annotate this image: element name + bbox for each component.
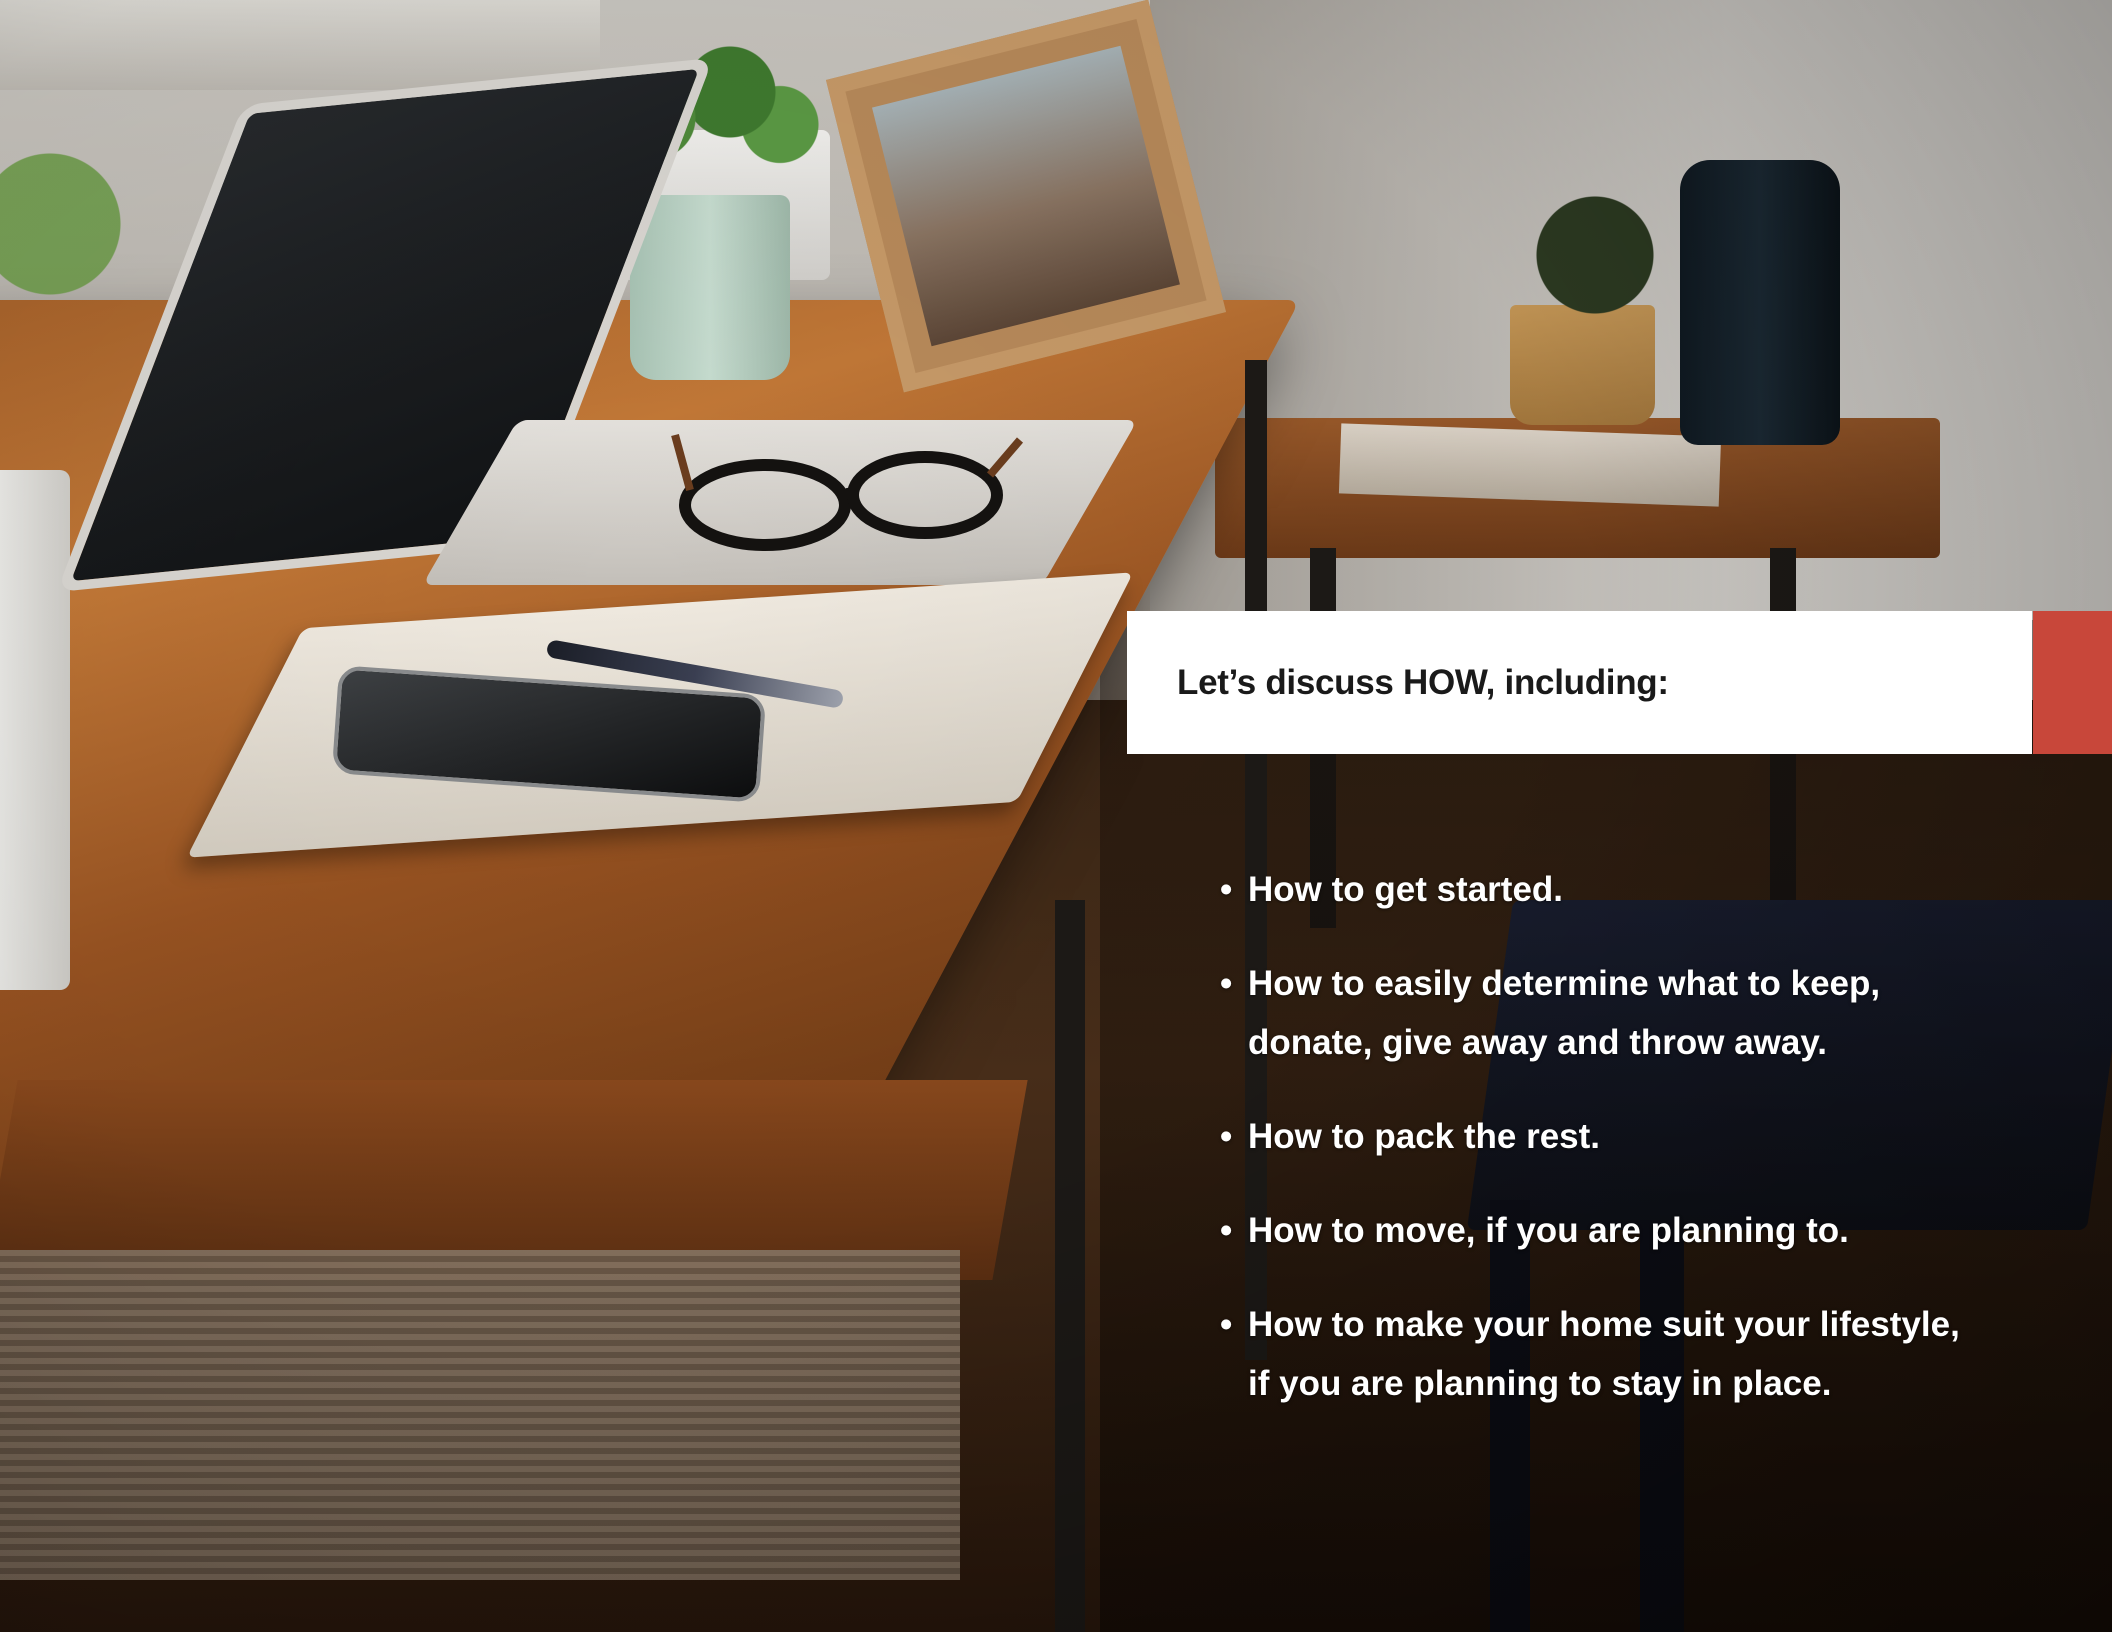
list-item: • How to pack the rest. — [1220, 1107, 2020, 1166]
list-item: • How to move, if you are planning to. — [1220, 1201, 2020, 1260]
list-item-line: if you are planning to stay in place. — [1248, 1364, 1832, 1403]
list-item-line: How to easily determine what to keep, — [1248, 964, 1881, 1003]
bullet-list: • How to get started. • How to easily deter… — [1220, 860, 2020, 1448]
list-item-line: How to move, if you are planning to. — [1248, 1211, 1849, 1250]
bullet-icon: • — [1220, 964, 1233, 1003]
list-item: • How to make your home suit your lifesty… — [1220, 1295, 2020, 1413]
bullet-icon: • — [1220, 1117, 1233, 1156]
list-item-line: donate, give away and throw away. — [1248, 1023, 1827, 1062]
heading: Let’s discuss HOW, including: — [1177, 662, 1669, 702]
list-item-line: How to make your home suit your lifestyl… — [1248, 1305, 1960, 1344]
bullet-icon: • — [1220, 870, 1233, 909]
list-item-line: How to get started. — [1248, 870, 1564, 909]
list-item: • How to get started. — [1220, 860, 2020, 919]
bullet-icon: • — [1220, 1305, 1233, 1344]
accent-bar — [2033, 611, 2112, 754]
list-item: • How to easily determine what to keep, do… — [1220, 954, 2020, 1072]
heading-box: Let’s discuss HOW, including: — [1127, 611, 2032, 754]
list-item-line: How to pack the rest. — [1248, 1117, 1601, 1156]
bullet-icon: • — [1220, 1211, 1233, 1250]
page: Let’s discuss HOW, including: • How to ge… — [0, 0, 2112, 1632]
